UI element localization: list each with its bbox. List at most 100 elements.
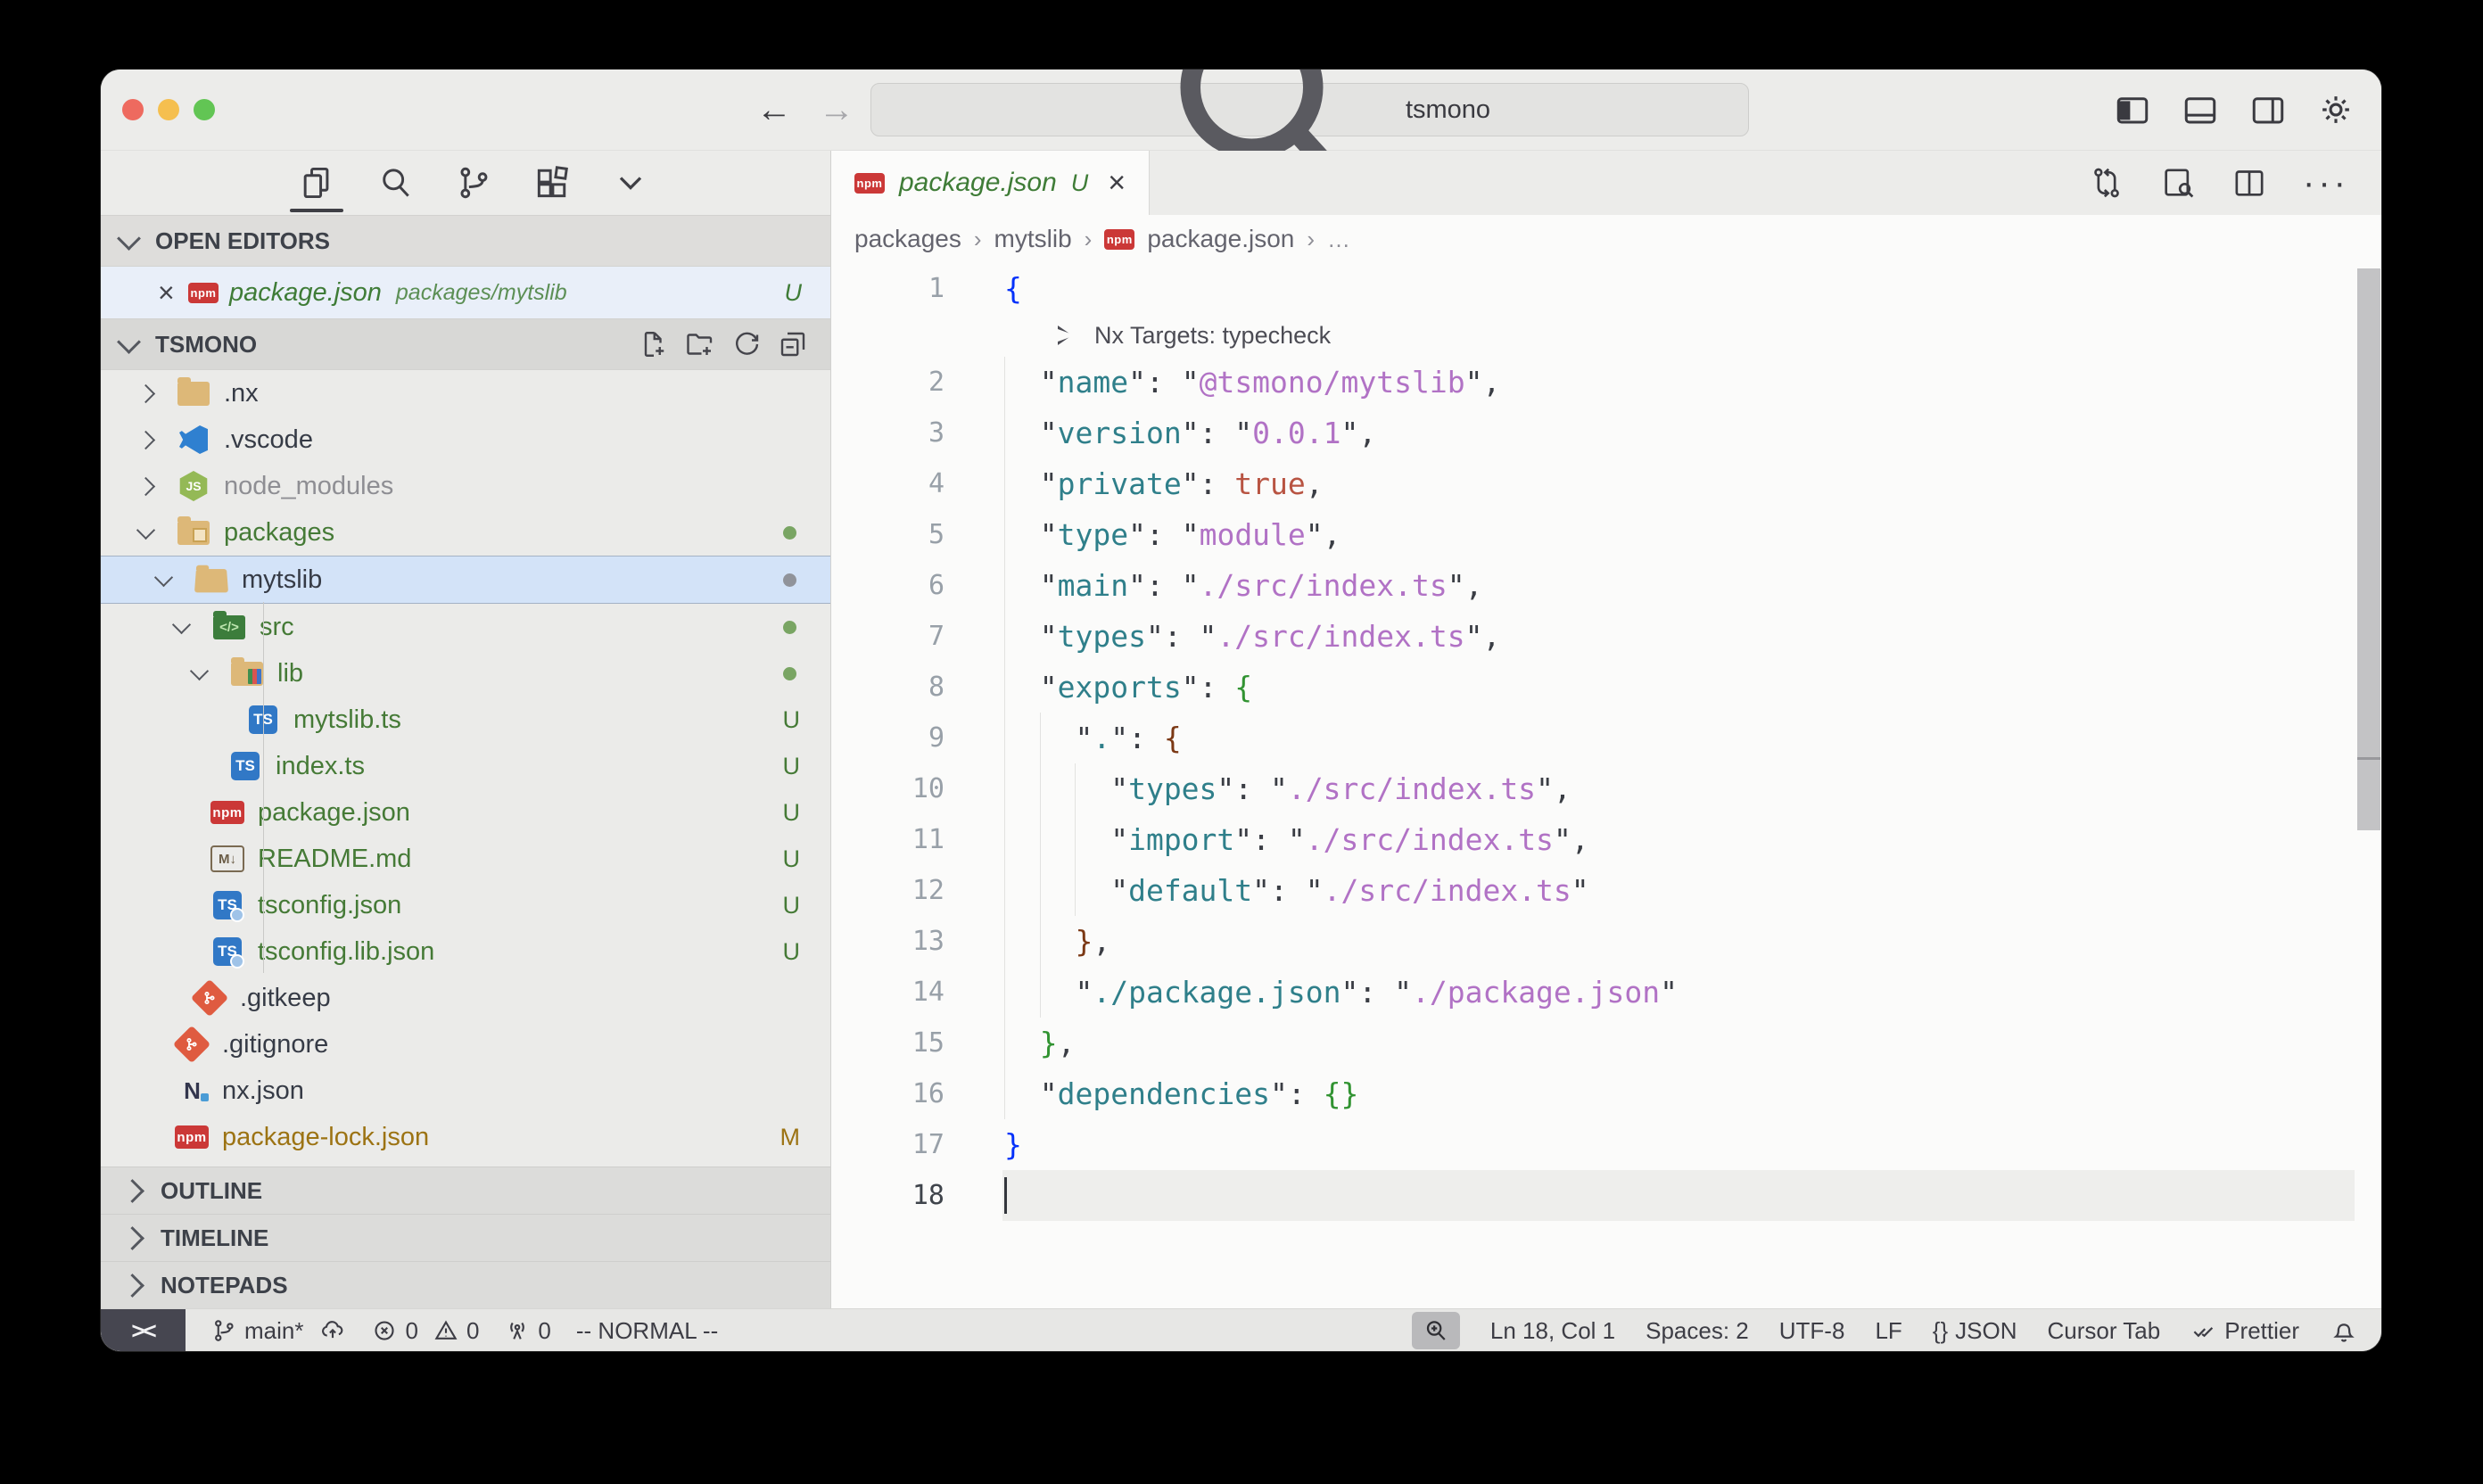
language-mode-item[interactable]: {} JSON [1933, 1317, 2017, 1345]
tab-package-json[interactable]: npm package.json U × [831, 151, 1150, 215]
search-view-icon[interactable] [375, 163, 415, 202]
code-editor[interactable]: 1{Nx Targets: typecheck2 "name": "@tsmon… [831, 263, 2381, 1308]
workspace-section-header[interactable]: TSMONO [101, 318, 830, 370]
refresh-icon[interactable] [730, 328, 763, 360]
code-line-5[interactable]: 5 "type": "module", [831, 509, 2381, 560]
tree-item-package-lock.json[interactable]: npmpackage-lock.jsonM [101, 1114, 830, 1160]
code-line-2[interactable]: 2 "name": "@tsmono/mytslib", [831, 357, 2381, 408]
command-center-search[interactable]: tsmono [870, 83, 1749, 136]
tree-item-tsconfig.lib.json[interactable]: TStsconfig.lib.jsonU [101, 928, 830, 975]
tree-item-.nx[interactable]: .nx [101, 370, 830, 416]
source-control-icon[interactable] [454, 163, 493, 202]
chevron-down-icon[interactable] [172, 614, 191, 633]
tree-item-mytslib.ts[interactable]: TSmytslib.tsU [101, 697, 830, 743]
outline-panel-header[interactable]: OUTLINE [101, 1167, 830, 1214]
chevron-right-icon[interactable] [136, 383, 155, 402]
remote-indicator[interactable]: >< [101, 1309, 186, 1351]
code-line-3[interactable]: 3 "version": "0.0.1", [831, 408, 2381, 458]
close-editor-icon[interactable]: × [158, 276, 188, 309]
ts-icon: TS [227, 751, 263, 781]
tree-item-nx.json[interactable]: Nnx.json [101, 1068, 830, 1114]
tree-item-.gitkeep[interactable]: .gitkeep [101, 975, 830, 1021]
tab-close-icon[interactable]: × [1108, 166, 1126, 201]
tree-item-.gitignore[interactable]: .gitignore [101, 1021, 830, 1068]
encoding-item[interactable]: UTF-8 [1779, 1317, 1845, 1345]
activity-bar [101, 151, 830, 215]
code-line-14[interactable]: 14 "./package.json": "./package.json" [831, 967, 2381, 1018]
indent-guide [1040, 814, 1041, 865]
code-line-9[interactable]: 9 ".": { [831, 713, 2381, 763]
breadcrumb[interactable]: packages › mytslib › npm package.json › … [831, 215, 2381, 263]
settings-gear-icon[interactable] [2317, 91, 2355, 128]
code-line-12[interactable]: 12 "default": "./src/index.ts" [831, 865, 2381, 916]
open-editors-header[interactable]: OPEN EDITORS [101, 215, 830, 267]
notifications-bell-icon[interactable] [2330, 1316, 2358, 1345]
toggle-primary-sidebar-icon[interactable] [2114, 91, 2151, 128]
screencast-zoom-indicator[interactable] [1412, 1312, 1460, 1349]
open-changes-icon[interactable] [2089, 165, 2124, 201]
code-line-10[interactable]: 10 "types": "./src/index.ts", [831, 763, 2381, 814]
code-line-4[interactable]: 4 "private": true, [831, 458, 2381, 509]
eol-item[interactable]: LF [1875, 1317, 1901, 1345]
broadcast-status-item[interactable]: 0 [504, 1317, 550, 1345]
tree-item-tsconfig.json[interactable]: TStsconfig.jsonU [101, 882, 830, 928]
chevron-down-icon[interactable] [136, 520, 155, 539]
chevron-spacer [175, 807, 186, 819]
code-line-6[interactable]: 6 "main": "./src/index.ts", [831, 560, 2381, 611]
code-line-17[interactable]: 17} [831, 1119, 2381, 1170]
tree-item-lib[interactable]: lib [101, 650, 830, 697]
tree-item-mytslib[interactable]: mytslib [101, 556, 830, 604]
chevron-right-icon[interactable] [136, 430, 155, 449]
problems-status-item[interactable]: 0 0 [371, 1317, 479, 1345]
new-folder-icon[interactable] [684, 328, 716, 360]
vim-mode-indicator[interactable]: -- NORMAL -- [576, 1317, 718, 1345]
timeline-panel-header[interactable]: TIMELINE [101, 1214, 830, 1261]
code-line-18[interactable]: 18 [831, 1170, 2381, 1221]
branch-status-item[interactable]: main* [210, 1317, 346, 1345]
split-editor-icon[interactable] [2231, 165, 2267, 201]
more-actions-icon[interactable]: ··· [2303, 174, 2349, 192]
code-line-7[interactable]: 7 "types": "./src/index.ts", [831, 611, 2381, 662]
toggle-secondary-sidebar-icon[interactable] [2249, 91, 2287, 128]
navigate-back-button[interactable]: ← [756, 90, 792, 130]
notepads-panel-header[interactable]: NOTEPADS [101, 1261, 830, 1308]
tree-item-node_modules[interactable]: JSnode_modules [101, 463, 830, 509]
tree-item-package.json[interactable]: npmpackage.jsonU [101, 789, 830, 836]
tree-item-.vscode[interactable]: .vscode [101, 416, 830, 463]
formatter-item[interactable]: Prettier [2190, 1317, 2299, 1345]
minimize-window-button[interactable] [158, 99, 179, 120]
tree-item-packages[interactable]: packages [101, 509, 830, 556]
tree-item-index.ts[interactable]: TSindex.tsU [101, 743, 830, 789]
open-editor-item[interactable]: × npm package.json packages/mytslib U [101, 267, 830, 318]
extensions-icon[interactable] [532, 163, 572, 202]
chevron-down-icon[interactable] [154, 567, 173, 586]
toggle-panel-icon[interactable] [2182, 91, 2219, 128]
tree-item-src[interactable]: </>src [101, 604, 830, 650]
open-editor-filename: package.json [229, 278, 382, 308]
codelens-nx-targets[interactable]: Nx Targets: typecheck [831, 314, 2381, 357]
code-line-15[interactable]: 15 }, [831, 1018, 2381, 1068]
code-line-13[interactable]: 13 }, [831, 916, 2381, 967]
workspace-name-label: TSMONO [155, 331, 257, 359]
tree-item-README.md[interactable]: M↓README.mdU [101, 836, 830, 882]
code-line-16[interactable]: 16 "dependencies": {} [831, 1068, 2381, 1119]
code-line-1[interactable]: 1{ [831, 263, 2381, 314]
breadcrumb-mytslib[interactable]: mytslib [994, 225, 1072, 253]
chevron-down-icon[interactable] [190, 661, 209, 680]
code-line-11[interactable]: 11 "import": "./src/index.ts", [831, 814, 2381, 865]
cursor-position-item[interactable]: Ln 18, Col 1 [1490, 1317, 1615, 1345]
collapse-folders-icon[interactable] [777, 328, 809, 360]
search-editor-icon[interactable] [2160, 165, 2196, 201]
chevron-down-icon [117, 227, 141, 251]
explorer-icon[interactable] [297, 163, 336, 202]
zoom-window-button[interactable] [194, 99, 215, 120]
additional-views-chevron-icon[interactable] [611, 163, 650, 202]
code-line-8[interactable]: 8 "exports": { [831, 662, 2381, 713]
indentation-item[interactable]: Spaces: 2 [1646, 1317, 1749, 1345]
close-window-button[interactable] [122, 99, 144, 120]
breadcrumb-packages[interactable]: packages [854, 225, 961, 253]
chevron-right-icon[interactable] [136, 476, 155, 495]
cursor-tab-item[interactable]: Cursor Tab [2048, 1317, 2161, 1345]
new-file-icon[interactable] [638, 328, 670, 360]
navigate-forward-button[interactable]: → [819, 90, 854, 130]
